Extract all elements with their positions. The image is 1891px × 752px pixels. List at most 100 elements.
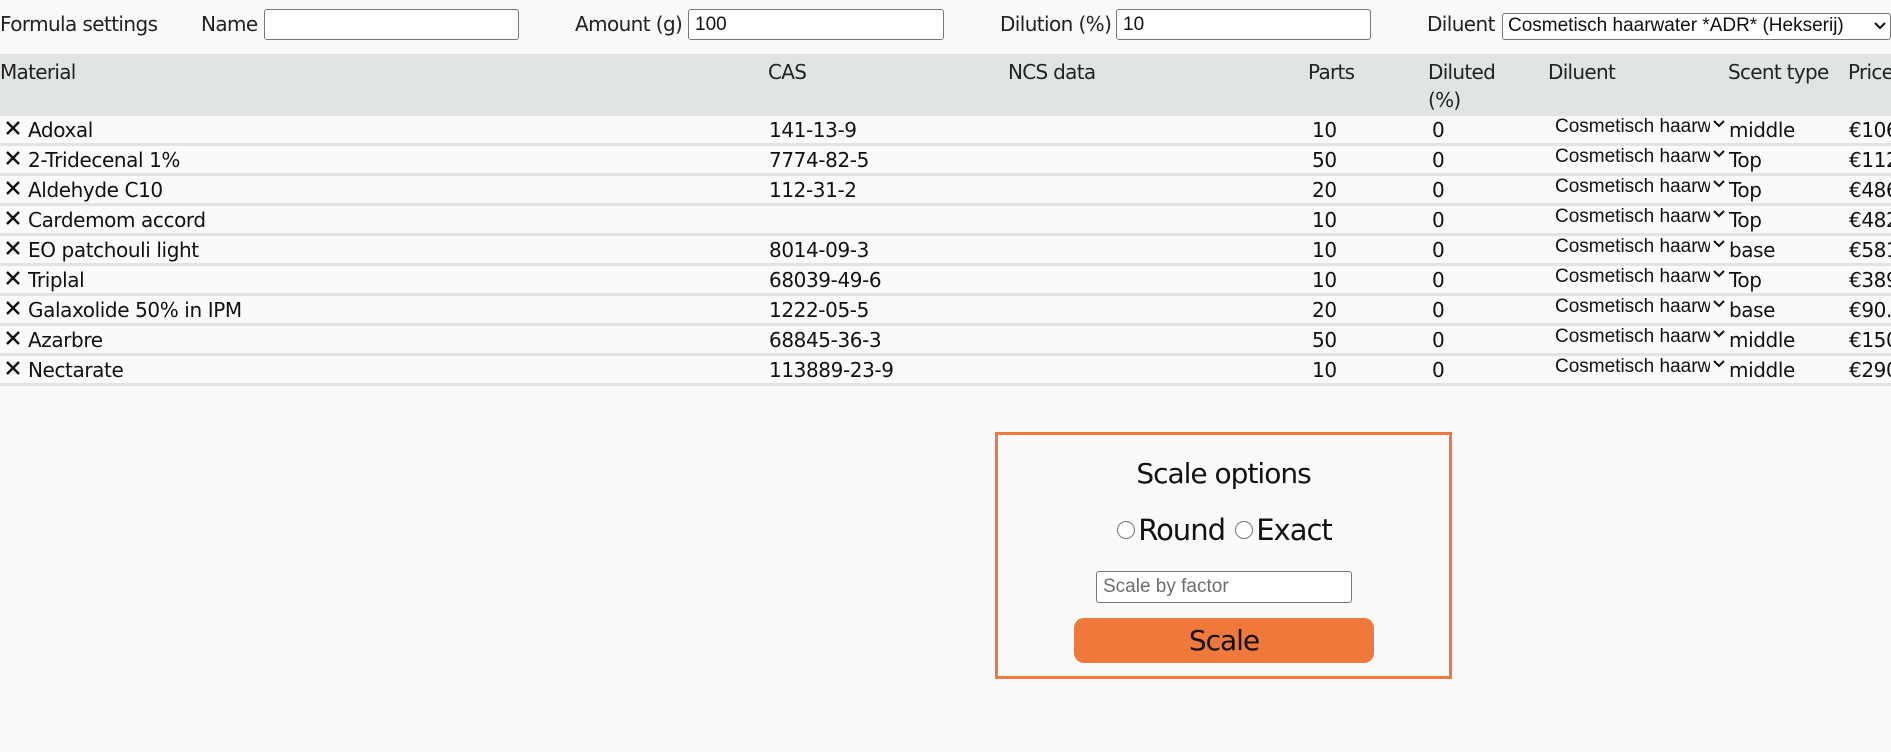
chevron-down-icon [1713, 327, 1725, 342]
row-diluent-select[interactable]: Cosmetisch haarwater *ADR* (Hekserij) [1555, 236, 1727, 260]
remove-icon[interactable] [4, 329, 22, 347]
parts-value[interactable]: 50 [1312, 328, 1337, 352]
row-diluent-select[interactable]: Cosmetisch haarwater *ADR* (Hekserij) [1555, 356, 1727, 380]
chevron-down-icon [1713, 267, 1725, 282]
chevron-down-icon [1713, 237, 1725, 252]
parts-value[interactable]: 10 [1312, 208, 1337, 232]
table-row: Nectarate 113889-23-9 10 0 Cosmetisch haarwa… [0, 356, 1891, 386]
col-scent-type: Scent type [1728, 60, 1829, 84]
diluted-value[interactable]: 0 [1432, 238, 1445, 262]
diluent-selected-value: Cosmetisch haarwater *ADR* (Hekserij) [1508, 15, 1844, 36]
remove-icon[interactable] [4, 239, 22, 257]
material-name: Cardemom accord [28, 208, 206, 232]
scale-options-panel: Scale options Round Exact Scale [995, 432, 1452, 679]
material-name: Aldehyde C10 [28, 178, 163, 202]
parts-value[interactable]: 20 [1312, 178, 1337, 202]
col-price: Price [1848, 60, 1891, 84]
col-diluent: Diluent [1548, 60, 1616, 84]
scent-type: base [1729, 238, 1776, 262]
diluted-value[interactable]: 0 [1432, 268, 1445, 292]
remove-icon[interactable] [4, 119, 22, 137]
row-diluent-select[interactable]: Cosmetisch haarwater *ADR* (Hekserij) [1555, 266, 1727, 290]
col-parts: Parts [1308, 60, 1355, 84]
diluted-value[interactable]: 0 [1432, 208, 1445, 232]
scale-button[interactable]: Scale [1074, 618, 1374, 663]
radio-exact-label[interactable]: Exact [1256, 513, 1333, 547]
row-diluent-select[interactable]: Cosmetisch haarwater *ADR* (Hekserij) [1555, 146, 1727, 170]
table-row: Galaxolide 50% in IPM 1222-05-5 20 0 Cosmeti… [0, 296, 1891, 326]
scent-type: Top [1729, 268, 1762, 292]
radio-round-label[interactable]: Round [1138, 513, 1226, 547]
cas-number: 7774-82-5 [769, 148, 869, 172]
remove-icon[interactable] [4, 179, 22, 197]
diluted-value[interactable]: 0 [1432, 328, 1445, 352]
radio-exact[interactable] [1235, 521, 1254, 539]
price: €112 [1849, 148, 1891, 172]
row-diluent-value: Cosmetisch haarwater *ADR* (Hekserij) [1555, 176, 1710, 197]
dilution-input[interactable] [1116, 9, 1371, 40]
row-diluent-value: Cosmetisch haarwater *ADR* (Hekserij) [1555, 296, 1710, 317]
remove-icon[interactable] [4, 209, 22, 227]
amount-label: Amount (g) [575, 12, 683, 36]
radio-round[interactable] [1117, 521, 1136, 539]
price: €150 [1849, 328, 1891, 352]
parts-value[interactable]: 10 [1312, 268, 1337, 292]
parts-value[interactable]: 10 [1312, 118, 1337, 142]
remove-icon[interactable] [4, 299, 22, 317]
col-diluted: Diluted (%) [1428, 58, 1496, 114]
parts-value[interactable]: 10 [1312, 358, 1337, 382]
row-diluent-value: Cosmetisch haarwater *ADR* (Hekserij) [1555, 206, 1710, 227]
col-ncs-data: NCS data [1008, 60, 1096, 84]
name-label: Name [201, 12, 258, 36]
chevron-down-icon [1713, 177, 1725, 192]
diluted-value[interactable]: 0 [1432, 358, 1445, 382]
row-diluent-value: Cosmetisch haarwater *ADR* (Hekserij) [1555, 356, 1710, 377]
parts-value[interactable]: 10 [1312, 238, 1337, 262]
row-diluent-select[interactable]: Cosmetisch haarwater *ADR* (Hekserij) [1555, 116, 1727, 140]
col-cas: CAS [768, 60, 807, 84]
diluted-value[interactable]: 0 [1432, 298, 1445, 322]
chevron-down-icon [1713, 297, 1725, 312]
name-input[interactable] [264, 9, 519, 40]
row-diluent-select[interactable]: Cosmetisch haarwater *ADR* (Hekserij) [1555, 326, 1727, 350]
formula-settings-bar: Formula settings Name Amount (g) Dilutio… [0, 0, 1891, 54]
amount-input[interactable] [688, 9, 944, 40]
remove-icon[interactable] [4, 359, 22, 377]
diluent-label: Diluent [1427, 12, 1495, 36]
row-diluent-select[interactable]: Cosmetisch haarwater *ADR* (Hekserij) [1555, 296, 1727, 320]
remove-icon[interactable] [4, 149, 22, 167]
material-name: Triplal [28, 268, 85, 292]
table-header: Material CAS NCS data Parts Diluted (%) D… [0, 54, 1891, 116]
parts-value[interactable]: 50 [1312, 148, 1337, 172]
price: €389 [1849, 268, 1891, 292]
scale-factor-input[interactable] [1096, 571, 1352, 603]
table-row: Aldehyde C10 112-31-2 20 0 Cosmetisch haarwa… [0, 176, 1891, 206]
remove-icon[interactable] [4, 269, 22, 287]
scent-type: Top [1729, 148, 1762, 172]
material-name: Adoxal [28, 118, 93, 142]
row-diluent-select[interactable]: Cosmetisch haarwater *ADR* (Hekserij) [1555, 176, 1727, 200]
material-name: Galaxolide 50% in IPM [28, 298, 242, 322]
chevron-down-icon [1713, 147, 1725, 162]
scent-type: middle [1729, 118, 1795, 142]
col-material: Material [0, 60, 76, 84]
price: €486 [1849, 178, 1891, 202]
chevron-down-icon [1874, 17, 1886, 33]
price: €290 [1849, 358, 1891, 382]
col-diluted-line1: Diluted [1428, 60, 1496, 84]
scale-options-title: Scale options [1136, 457, 1311, 490]
diluent-select[interactable]: Cosmetisch haarwater *ADR* (Hekserij) [1502, 13, 1891, 40]
diluted-value[interactable]: 0 [1432, 178, 1445, 202]
row-diluent-select[interactable]: Cosmetisch haarwater *ADR* (Hekserij) [1555, 206, 1727, 230]
diluted-value[interactable]: 0 [1432, 148, 1445, 172]
parts-value[interactable]: 20 [1312, 298, 1337, 322]
price: €90. [1849, 298, 1891, 322]
diluted-value[interactable]: 0 [1432, 118, 1445, 142]
cas-number: 8014-09-3 [769, 238, 869, 262]
material-name: EO patchouli light [28, 238, 199, 262]
row-diluent-value: Cosmetisch haarwater *ADR* (Hekserij) [1555, 146, 1710, 167]
material-name: 2-Tridecenal 1% [28, 148, 181, 172]
table-row: Azarbre 68845-36-3 50 0 Cosmetisch haarwater… [0, 326, 1891, 356]
cas-number: 1222-05-5 [769, 298, 869, 322]
formula-settings-title: Formula settings [0, 12, 158, 36]
